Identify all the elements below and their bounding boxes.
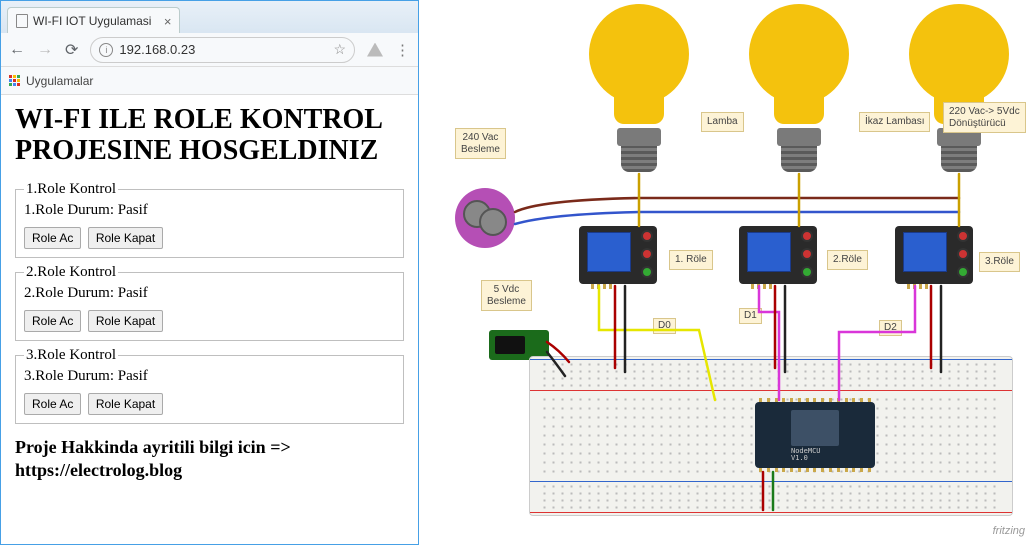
nodemcu-label: NodeMCUV1.0 <box>791 448 821 462</box>
note-relay1: 1. Röle <box>669 250 713 270</box>
note-d2: D2 <box>879 320 902 336</box>
relay-1-off-button[interactable]: Role Kapat <box>88 227 163 249</box>
forward-icon[interactable]: → <box>37 41 53 59</box>
bookmarks-label[interactable]: Uygulamalar <box>26 74 93 88</box>
drive-icon[interactable] <box>367 43 383 57</box>
url-input[interactable]: i 192.168.0.23 ☆ <box>90 37 355 63</box>
close-tab-icon[interactable]: × <box>164 14 172 29</box>
relay-3-legend: 3.Role Kontrol <box>24 347 118 364</box>
relay-module-2 <box>739 226 817 284</box>
relay-1-group: 1.Role Kontrol 1.Role Durum: Pasif Role … <box>15 181 404 258</box>
battery-240vac <box>455 188 515 248</box>
note-d0: D0 <box>653 318 676 334</box>
relay-2-legend: 2.Role Kontrol <box>24 264 118 281</box>
url-text: 192.168.0.23 <box>119 42 195 57</box>
note-5vdc: 5 VdcBesleme <box>481 280 532 311</box>
relay-1-legend: 1.Role Kontrol <box>24 181 118 198</box>
note-warning-lamp: İkaz Lambası <box>859 112 930 132</box>
note-relay3: 3.Röle <box>979 252 1020 272</box>
bulb-warning-lamp <box>749 4 849 172</box>
reload-icon[interactable]: ⟳ <box>65 40 78 60</box>
apps-icon[interactable] <box>9 75 20 86</box>
site-info-icon[interactable]: i <box>99 43 113 57</box>
bookmark-star-icon[interactable]: ☆ <box>333 41 346 58</box>
browser-tab[interactable]: WI-FI IOT Uygulamasi × <box>7 7 180 33</box>
project-info-link[interactable]: Proje Hakkinda ayritili bilgi icin => ht… <box>15 436 404 483</box>
relay-3-group: 3.Role Kontrol 3.Role Durum: Pasif Role … <box>15 347 404 424</box>
page-heading: WI-FI ILE ROLE KONTROL PROJESINE HOSGELD… <box>15 105 404 167</box>
circuit-diagram: 240 VacBesleme Lamba İkaz Lambası 220 Va… <box>419 0 1035 545</box>
relay-3-status: 3.Role Durum: Pasif <box>24 368 395 385</box>
note-converter: 220 Vac-> 5VdcDönüştürücü <box>943 102 1026 133</box>
relay-1-on-button[interactable]: Role Ac <box>24 227 81 249</box>
relay-2-status: 2.Role Durum: Pasif <box>24 285 395 302</box>
relay-1-status: 1.Role Durum: Pasif <box>24 202 395 219</box>
nodemcu-board: NodeMCUV1.0 <box>755 402 875 468</box>
note-relay2: 2.Röle <box>827 250 868 270</box>
bulb-lamp <box>589 4 689 172</box>
note-lamp: Lamba <box>701 112 744 132</box>
file-icon <box>16 14 28 28</box>
relay-module-3 <box>895 226 973 284</box>
tab-title: WI-FI IOT Uygulamasi <box>33 14 151 28</box>
address-bar: ← → ⟳ i 192.168.0.23 ☆ ⋮ <box>1 33 418 67</box>
tab-bar: WI-FI IOT Uygulamasi × <box>1 1 418 33</box>
browser-window: WI-FI IOT Uygulamasi × ← → ⟳ i 192.168.0… <box>0 0 419 545</box>
bulb-converter <box>909 4 1009 172</box>
relay-2-group: 2.Role Kontrol 2.Role Durum: Pasif Role … <box>15 264 404 341</box>
relay-module-1 <box>579 226 657 284</box>
bookmarks-bar: Uygulamalar <box>1 67 418 95</box>
relay-2-off-button[interactable]: Role Kapat <box>88 310 163 332</box>
note-d1: D1 <box>739 308 762 324</box>
relay-3-off-button[interactable]: Role Kapat <box>88 393 163 415</box>
menu-icon[interactable]: ⋮ <box>395 41 410 59</box>
page-content: WI-FI ILE ROLE KONTROL PROJESINE HOSGELD… <box>1 95 418 544</box>
relay-2-on-button[interactable]: Role Ac <box>24 310 81 332</box>
note-240vac: 240 VacBesleme <box>455 128 506 159</box>
relay-3-on-button[interactable]: Role Ac <box>24 393 81 415</box>
back-icon[interactable]: ← <box>9 41 25 59</box>
fritzing-credit: fritzing <box>993 525 1025 537</box>
